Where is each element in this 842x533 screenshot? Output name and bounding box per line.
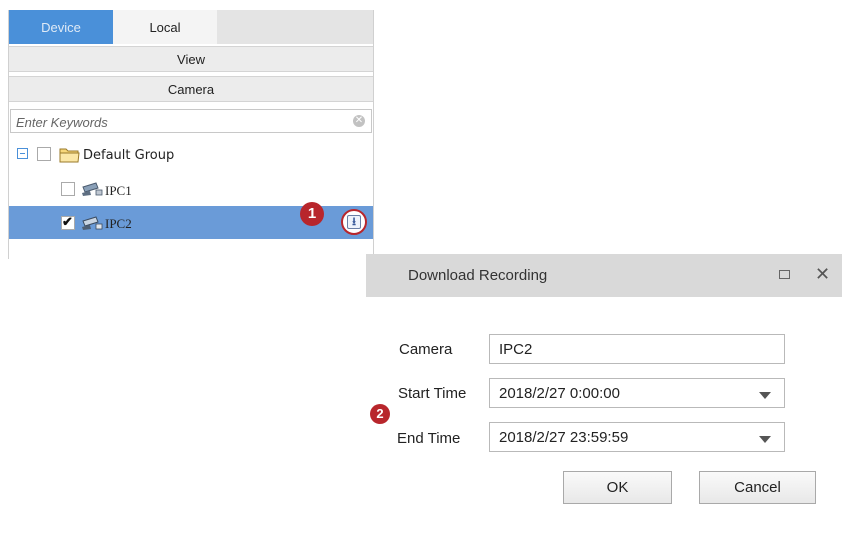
camera-icon (82, 216, 103, 230)
collapse-icon[interactable] (17, 148, 28, 159)
search-input[interactable] (14, 111, 338, 133)
cancel-button[interactable]: Cancel (699, 471, 816, 504)
step-badge-1: 1 (300, 202, 324, 226)
start-time-value: 2018/2/27 0:00:00 (499, 385, 620, 402)
download-icon: ⭳ (347, 215, 361, 229)
step-badge-2: 2 (370, 404, 390, 424)
ipc1-label: IPC1 (105, 183, 132, 198)
camera-value: IPC2 (499, 341, 533, 358)
end-time-value: 2018/2/27 23:59:59 (499, 429, 629, 446)
ipc1-checkbox[interactable] (61, 182, 75, 196)
ipc2-label: IPC2 (105, 216, 132, 231)
start-time-label: Start Time (398, 385, 467, 402)
tab-device[interactable]: Device (9, 10, 113, 44)
camera-label: Camera (399, 341, 453, 358)
dropdown-arrow-icon[interactable] (759, 392, 771, 399)
end-time-label: End Time (397, 430, 461, 447)
ok-button[interactable]: OK (563, 471, 672, 504)
tab-bar-filler (217, 10, 373, 44)
section-camera[interactable]: Camera (9, 76, 373, 102)
camera-field[interactable]: IPC2 (489, 334, 785, 364)
end-time-select[interactable]: 2018/2/27 23:59:59 (489, 422, 785, 452)
camera-icon (82, 182, 103, 196)
tree-group-row[interactable]: Default Group (9, 139, 373, 171)
ipc2-checkbox[interactable]: ✔ (61, 214, 75, 230)
group-checkbox[interactable] (37, 147, 51, 161)
clear-icon[interactable]: ✕ (353, 115, 365, 127)
folder-icon (59, 148, 80, 163)
tab-bar: Device Local (9, 10, 373, 44)
close-icon[interactable]: ✕ (815, 262, 830, 286)
dialog-title-bar[interactable]: Download Recording ✕ (366, 254, 842, 297)
tree-item-ipc1[interactable]: IPC1 (9, 173, 373, 205)
download-button[interactable]: ⭳ (341, 209, 367, 235)
dialog-title: Download Recording (408, 267, 548, 284)
start-time-select[interactable]: 2018/2/27 0:00:00 (489, 378, 785, 408)
group-label: Default Group (83, 148, 175, 163)
section-view[interactable]: View (9, 46, 373, 72)
tab-local[interactable]: Local (113, 10, 217, 44)
search-box: ✕ (10, 109, 372, 133)
check-icon: ✔ (62, 214, 73, 229)
maximize-icon[interactable] (779, 270, 790, 279)
dropdown-arrow-icon[interactable] (759, 436, 771, 443)
